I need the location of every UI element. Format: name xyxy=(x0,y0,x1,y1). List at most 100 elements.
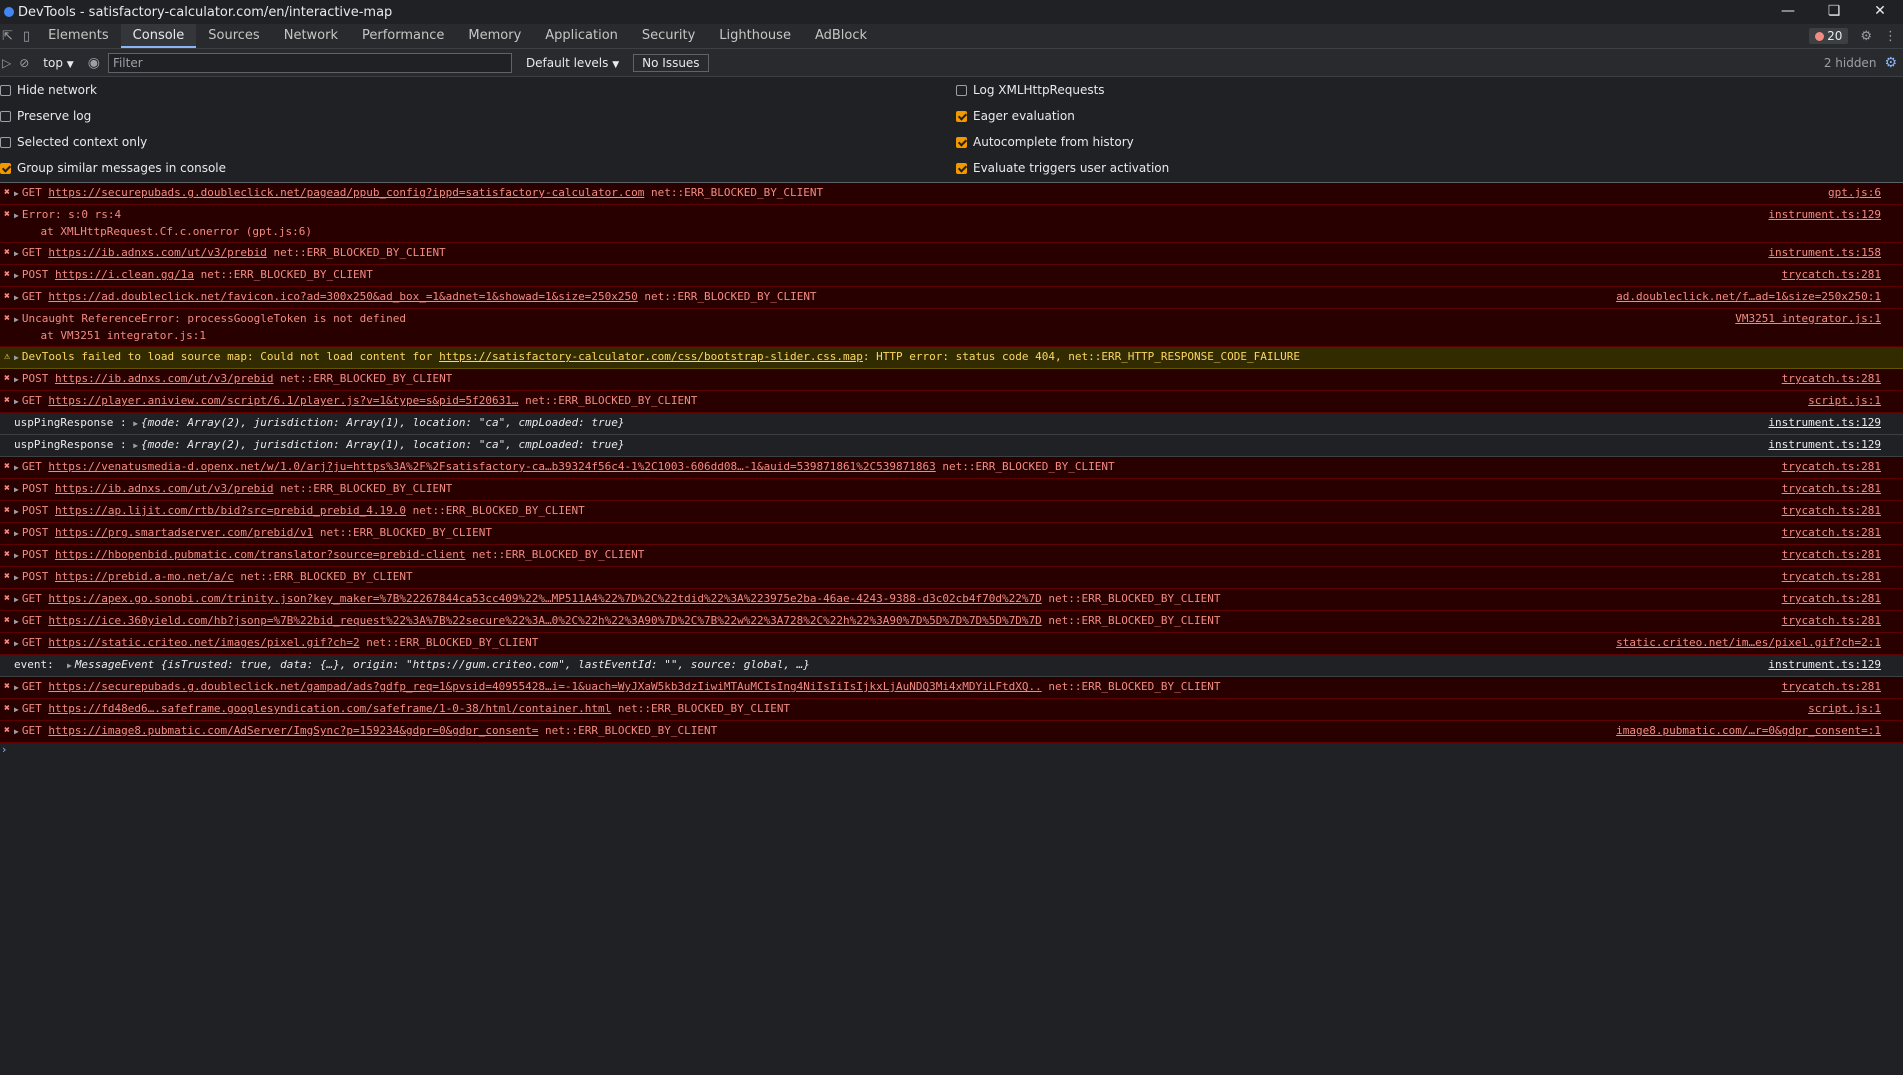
live-expression-eye-icon[interactable]: ◉ xyxy=(88,55,100,71)
source-link[interactable]: trycatch.ts:281 xyxy=(1782,547,1881,563)
expand-triangle-icon[interactable]: ▶ xyxy=(14,293,19,302)
request-url-link[interactable]: https://securepubads.g.doubleclick.net/p… xyxy=(48,186,644,199)
expand-triangle-icon[interactable]: ▶ xyxy=(14,595,19,604)
expand-triangle-icon[interactable]: ▶ xyxy=(14,683,19,692)
context-select[interactable]: top ▼ xyxy=(37,56,79,70)
expand-triangle-icon[interactable]: ▶ xyxy=(67,661,72,670)
expand-triangle-icon[interactable]: ▶ xyxy=(14,189,19,198)
request-url-link[interactable]: https://ib.adnxs.com/ut/v3/prebid xyxy=(55,372,274,385)
setting-eager-evaluation[interactable]: Eager evaluation xyxy=(956,103,1169,129)
tab-sources[interactable]: Sources xyxy=(196,24,271,48)
source-link[interactable]: trycatch.ts:281 xyxy=(1782,591,1881,607)
error-count-badge[interactable]: 20 xyxy=(1809,28,1849,44)
expand-triangle-icon[interactable]: ▶ xyxy=(14,705,19,714)
issues-button[interactable]: No Issues xyxy=(633,53,709,72)
setting-preserve-log[interactable]: Preserve log xyxy=(0,103,226,129)
expand-triangle-icon[interactable]: ▶ xyxy=(14,639,19,648)
expand-triangle-icon[interactable]: ▶ xyxy=(14,507,19,516)
clear-console-icon[interactable]: ⊘ xyxy=(19,56,29,70)
device-toolbar-icon[interactable]: ▯ xyxy=(23,29,30,44)
expand-triangle-icon[interactable]: ▶ xyxy=(14,271,19,280)
setting-hide-network[interactable]: Hide network xyxy=(0,77,226,103)
request-url-link[interactable]: https://ap.lijit.com/rtb/bid?src=prebid_… xyxy=(55,504,406,517)
source-link[interactable]: ad.doubleclick.net/f…ad=1&size=250x250:1 xyxy=(1616,289,1881,305)
expand-triangle-icon[interactable]: ▶ xyxy=(14,375,19,384)
checkbox[interactable] xyxy=(0,136,11,148)
tab-network[interactable]: Network xyxy=(272,24,350,48)
request-url-link[interactable]: https://image8.pubmatic.com/AdServer/Img… xyxy=(48,724,538,737)
source-link[interactable]: gpt.js:6 xyxy=(1828,185,1881,201)
expand-triangle-icon[interactable]: ▶ xyxy=(14,397,19,406)
tab-elements[interactable]: Elements xyxy=(36,24,121,48)
request-url-link[interactable]: https://prebid.a-mo.net/a/c xyxy=(55,570,234,583)
tab-adblock[interactable]: AdBlock xyxy=(803,24,879,48)
source-link[interactable]: instrument.ts:129 xyxy=(1768,657,1881,673)
restore-icon[interactable]: ❏ xyxy=(1811,0,1857,24)
expand-triangle-icon[interactable]: ▶ xyxy=(133,419,138,428)
expand-triangle-icon[interactable]: ▶ xyxy=(14,463,19,472)
request-url-link[interactable]: https://prg.smartadserver.com/prebid/v1 xyxy=(55,526,313,539)
tab-lighthouse[interactable]: Lighthouse xyxy=(707,24,803,48)
console-prompt[interactable]: › xyxy=(0,743,1903,759)
request-url-link[interactable]: https://apex.go.sonobi.com/trinity.json?… xyxy=(48,592,1041,605)
source-link[interactable]: trycatch.ts:281 xyxy=(1782,613,1881,629)
tab-memory[interactable]: Memory xyxy=(456,24,533,48)
source-link[interactable]: trycatch.ts:281 xyxy=(1782,679,1881,695)
tab-performance[interactable]: Performance xyxy=(350,24,456,48)
request-url-link[interactable]: https://satisfactory-calculator.com/css/… xyxy=(439,350,863,363)
source-link[interactable]: trycatch.ts:281 xyxy=(1782,503,1881,519)
sidebar-toggle-icon[interactable]: ▷ xyxy=(2,56,11,70)
checkbox[interactable] xyxy=(0,84,11,96)
request-url-link[interactable]: https://ib.adnxs.com/ut/v3/prebid xyxy=(55,482,274,495)
setting-selected-context-only[interactable]: Selected context only xyxy=(0,129,226,155)
request-url-link[interactable]: https://fd48ed6….safeframe.googlesyndica… xyxy=(48,702,611,715)
request-url-link[interactable]: https://hbopenbid.pubmatic.com/translato… xyxy=(55,548,466,561)
request-url-link[interactable]: https://i.clean.gg/1a xyxy=(55,268,194,281)
source-link[interactable]: instrument.ts:158 xyxy=(1768,245,1881,261)
expand-triangle-icon[interactable]: ▶ xyxy=(14,617,19,626)
expand-triangle-icon[interactable]: ▶ xyxy=(133,441,138,450)
expand-triangle-icon[interactable]: ▶ xyxy=(14,249,19,258)
source-link[interactable]: VM3251 integrator.js:1 xyxy=(1735,311,1881,327)
source-link[interactable]: trycatch.ts:281 xyxy=(1782,525,1881,541)
source-link[interactable]: trycatch.ts:281 xyxy=(1782,459,1881,475)
settings-gear-icon[interactable]: ⚙ xyxy=(1860,29,1872,44)
checkbox[interactable] xyxy=(0,162,11,174)
checkbox[interactable] xyxy=(956,136,967,148)
request-url-link[interactable]: https://venatusmedia-d.openx.net/w/1.0/a… xyxy=(48,460,935,473)
inspect-element-icon[interactable]: ⇱ xyxy=(2,29,13,44)
filter-input[interactable] xyxy=(107,52,512,73)
setting-log-xhr[interactable]: Log XMLHttpRequests xyxy=(956,77,1169,103)
source-link[interactable]: trycatch.ts:281 xyxy=(1782,371,1881,387)
more-options-icon[interactable]: ⋮ xyxy=(1884,29,1897,44)
tab-application[interactable]: Application xyxy=(533,24,630,48)
tab-security[interactable]: Security xyxy=(630,24,707,48)
expand-triangle-icon[interactable]: ▶ xyxy=(14,727,19,736)
checkbox[interactable] xyxy=(956,162,967,174)
close-icon[interactable]: ✕ xyxy=(1857,0,1903,24)
source-link[interactable]: script.js:1 xyxy=(1808,393,1881,409)
logged-object[interactable]: MessageEvent {isTrusted: true, data: {…}… xyxy=(75,658,810,671)
expand-triangle-icon[interactable]: ▶ xyxy=(14,573,19,582)
logged-object[interactable]: {mode: Array(2), jurisdiction: Array(1),… xyxy=(141,416,624,429)
request-url-link[interactable]: https://ice.360yield.com/hb?jsonp=%7B%22… xyxy=(48,614,1041,627)
setting-group-similar[interactable]: Group similar messages in console xyxy=(0,155,226,181)
checkbox[interactable] xyxy=(956,84,967,96)
source-link[interactable]: image8.pubmatic.com/…r=0&gdpr_consent=:1 xyxy=(1616,723,1881,739)
expand-triangle-icon[interactable]: ▶ xyxy=(14,315,19,324)
source-link[interactable]: instrument.ts:129 xyxy=(1768,415,1881,431)
source-link[interactable]: instrument.ts:129 xyxy=(1768,207,1881,223)
request-url-link[interactable]: https://static.criteo.net/images/pixel.g… xyxy=(48,636,359,649)
source-link[interactable]: trycatch.ts:281 xyxy=(1782,569,1881,585)
request-url-link[interactable]: https://ad.doubleclick.net/favicon.ico?a… xyxy=(48,290,637,303)
checkbox[interactable] xyxy=(956,110,967,122)
checkbox[interactable] xyxy=(0,110,11,122)
tab-console[interactable]: Console xyxy=(120,24,197,48)
setting-autocomplete-history[interactable]: Autocomplete from history xyxy=(956,129,1169,155)
expand-triangle-icon[interactable]: ▶ xyxy=(14,551,19,560)
source-link[interactable]: script.js:1 xyxy=(1808,701,1881,717)
request-url-link[interactable]: https://player.aniview.com/script/6.1/pl… xyxy=(48,394,518,407)
source-link[interactable]: trycatch.ts:281 xyxy=(1782,267,1881,283)
expand-triangle-icon[interactable]: ▶ xyxy=(14,353,19,362)
minimize-icon[interactable]: — xyxy=(1765,0,1811,24)
